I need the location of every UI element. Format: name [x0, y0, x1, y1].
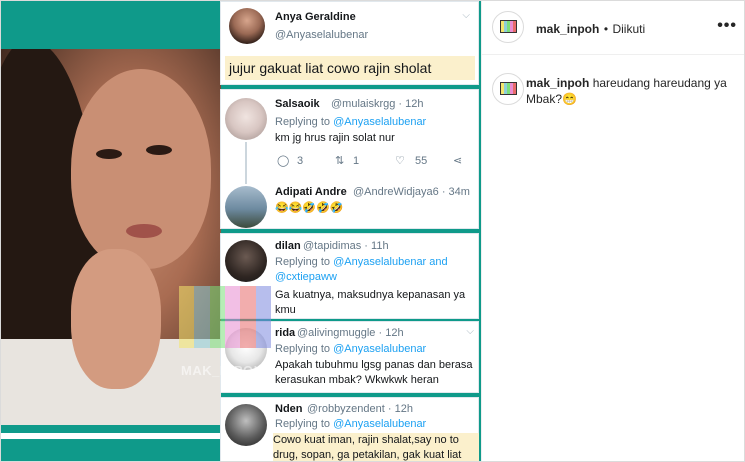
avatar[interactable] — [492, 11, 524, 43]
post-sidebar: mak_inpoh • Diikuti ••• mak_inpoh hareud… — [481, 1, 744, 461]
tweet-text: km jg hrus rajin solat nur — [275, 132, 395, 144]
avatar[interactable] — [492, 73, 524, 105]
reply-count: 3 — [297, 155, 304, 167]
chevron-down-icon[interactable]: ⌵ — [462, 10, 470, 21]
reply-icon[interactable]: ◯ — [277, 154, 289, 167]
avatar — [225, 404, 267, 446]
avatar — [225, 186, 267, 228]
mention-link[interactable]: @Anyaselalubenar — [333, 343, 426, 355]
avatar — [225, 240, 267, 282]
tweet-author-name: Adipati Andre — [275, 186, 347, 198]
mention-link[interactable]: @Anyaselalubenar — [333, 116, 426, 128]
main-tweet: Anya Geraldine @Anyaselalubenar ⌵ jujur … — [220, 1, 479, 85]
tweet-actions: ◯ 3 ⇅ 1 ♡ 55 ⋖ — [277, 154, 467, 170]
separator: • — [603, 22, 609, 36]
tweet-text: 😂😂🤣🤣🤣 — [275, 202, 344, 214]
tweet-text: Ga kuatnya, maksudnya kepanasan ya kmu — [275, 289, 466, 316]
avatar — [225, 98, 267, 140]
mention-link[interactable]: @Anyaselalubenar — [333, 418, 426, 430]
like-count: 55 — [415, 155, 428, 167]
tweet-author-handle: @tapidimas · 11h — [303, 240, 389, 252]
tweet-author-name: Anya Geraldine — [275, 11, 356, 23]
tweet-text: Cowo kuat iman, rajin shalat,say no to d… — [273, 433, 479, 461]
tweet-author-handle: @robbyzendent · 12h — [307, 403, 413, 415]
follow-button[interactable]: Diikuti — [612, 22, 645, 36]
username-link[interactable]: mak_inpoh — [526, 76, 589, 90]
instagram-post: Anya Geraldine @Anyaselalubenar ⌵ jujur … — [0, 0, 745, 462]
tweet-author-handle: @mulaiskrgg · 12h — [331, 98, 424, 110]
mention-link[interactable]: @Anyaselalubenar and — [333, 256, 448, 268]
replying-to: Replying to @Anyaselalubenar and — [275, 256, 448, 268]
replying-to: Replying to @Anyaselalubenar — [275, 343, 427, 355]
tweet-author-name: Nden — [275, 403, 303, 415]
replying-to: Replying to @Anyaselalubenar — [275, 418, 427, 430]
watermark-text: MAK_INPOH — [181, 363, 264, 378]
post-header: mak_inpoh • Diikuti ••• — [482, 1, 744, 55]
tweet-text: jujur gakuat liat cowo rajin sholat — [225, 56, 475, 80]
reply-tweet: Nden @robbyzendent · 12h Replying to @An… — [220, 397, 479, 461]
chevron-down-icon[interactable]: ⌵ — [466, 326, 474, 337]
tweet-author-name: Salsaoik — [275, 98, 320, 110]
reply-tweet: Salsaoik @mulaiskrgg · 12h Replying to @… — [220, 89, 479, 229]
tweet-author-handle: @AndreWidjaya6 · 34m — [353, 186, 470, 198]
tweet-author-name: dilan — [275, 240, 301, 252]
avatar — [229, 8, 265, 44]
caption: mak_inpoh hareudang hareudang ya Mbak?😁 — [526, 75, 736, 107]
share-icon[interactable]: ⋖ — [453, 154, 462, 167]
tweet-text: Apakah tubuhmu lgsg panas dan berasa ker… — [275, 359, 473, 386]
tweet-screenshots: Anya Geraldine @Anyaselalubenar ⌵ jujur … — [220, 1, 479, 461]
tweet-author-handle: @Anyaselalubenar — [275, 29, 369, 41]
tweet-author-name: rida — [275, 327, 296, 339]
username-link[interactable]: mak_inpoh — [536, 22, 599, 36]
replying-to: Replying to @Anyaselalubenar — [275, 116, 427, 128]
post-image[interactable]: Anya Geraldine @Anyaselalubenar ⌵ jujur … — [1, 1, 481, 461]
retweet-icon[interactable]: ⇅ — [335, 154, 344, 167]
retweet-count: 1 — [353, 155, 360, 167]
watermark-logo — [179, 286, 271, 348]
grin-emoji: 😁 — [562, 92, 577, 106]
like-icon[interactable]: ♡ — [395, 154, 405, 167]
mention-link[interactable]: @cxtiepaww — [275, 271, 337, 283]
more-options-icon[interactable]: ••• — [717, 17, 737, 35]
tweet-author-handle: @alivingmuggle · 12h — [297, 327, 404, 339]
